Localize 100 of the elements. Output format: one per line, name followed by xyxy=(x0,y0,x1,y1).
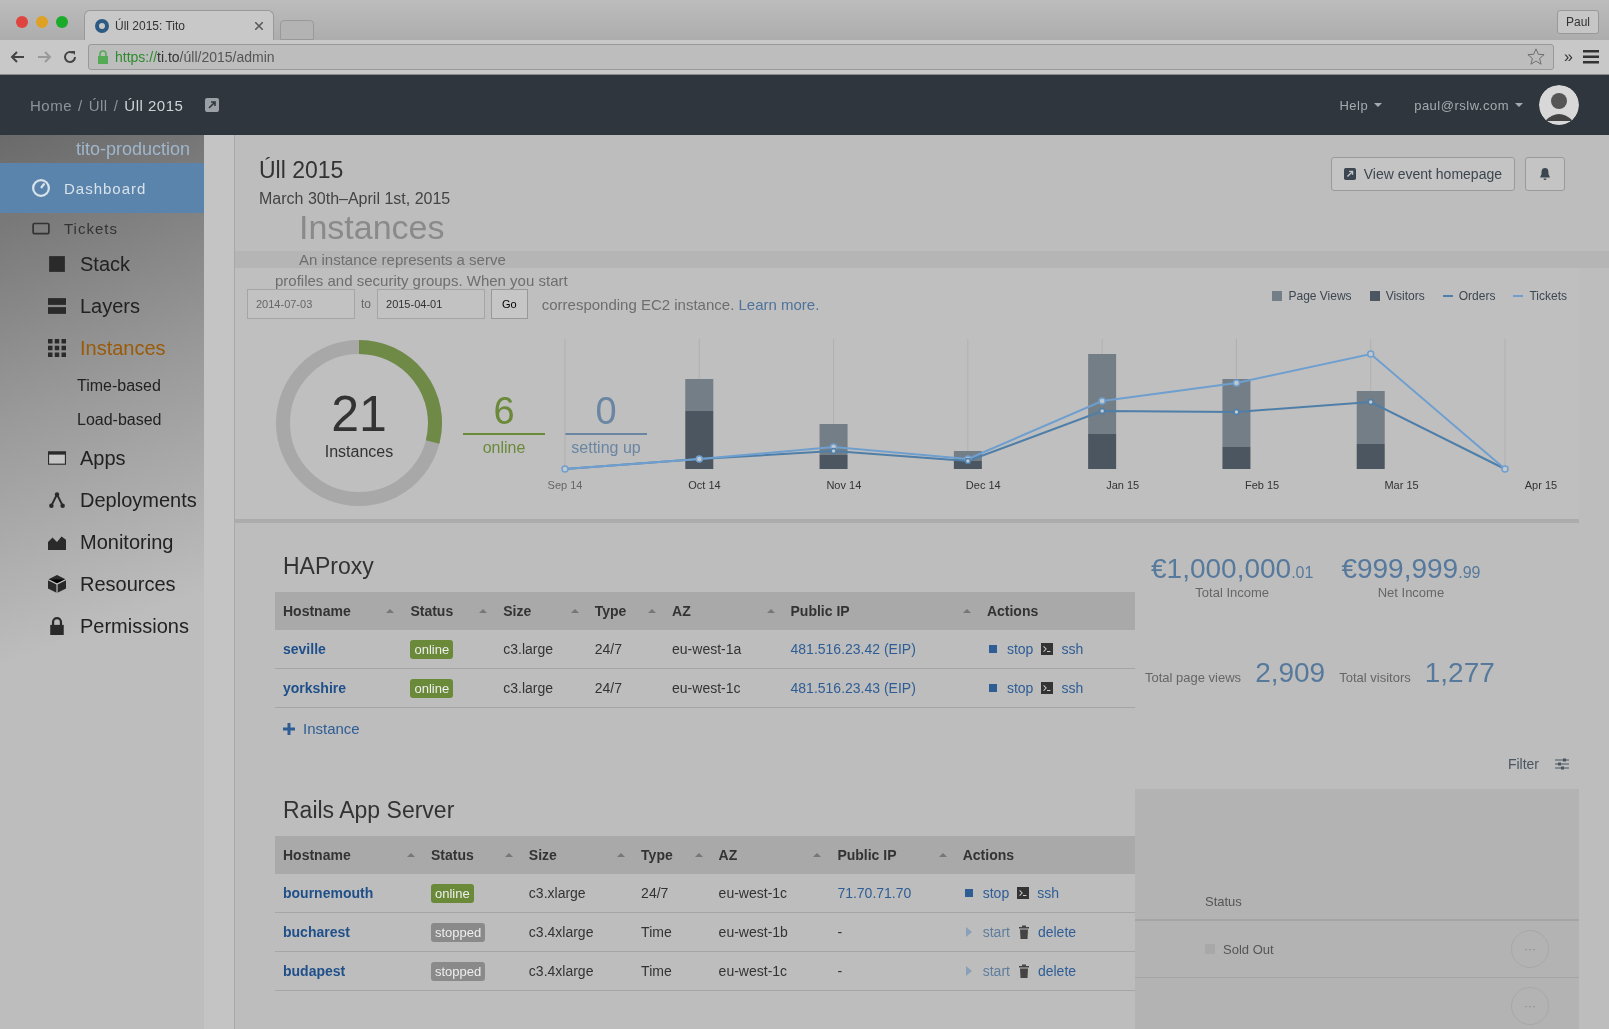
action-link[interactable]: ssh xyxy=(1061,680,1084,696)
status-badge: stopped xyxy=(430,962,486,981)
menu-link[interactable]: Help xyxy=(1339,97,1369,113)
action-link[interactable]: ssh xyxy=(1061,641,1084,657)
column-header[interactable]: Status xyxy=(422,836,521,874)
overflow-button[interactable]: » xyxy=(1564,48,1573,66)
avatar[interactable] xyxy=(1539,85,1579,125)
column-header[interactable]: Type xyxy=(586,592,665,630)
data-point xyxy=(1366,350,1375,358)
sort-icon xyxy=(617,853,626,857)
address-field[interactable]: https://ti.to/úll/2015/admin xyxy=(88,44,1555,70)
reload-icon[interactable] xyxy=(62,49,78,65)
column-header[interactable]: Type xyxy=(633,836,711,874)
column-header: Status xyxy=(1205,894,1242,909)
sidebar-item[interactable]: Load-based xyxy=(0,403,204,437)
filter-label[interactable]: Filter xyxy=(1507,756,1539,772)
action-link[interactable]: delete xyxy=(1037,963,1077,979)
breadcrumb[interactable]: Home xyxy=(30,96,72,114)
sidebar-item[interactable]: Layers xyxy=(0,285,204,327)
table-cell: eu-west-1c xyxy=(664,668,783,708)
end-date-field[interactable]: 2015-04-01 xyxy=(377,289,485,319)
sidebar-item[interactable]: Deployments xyxy=(0,479,204,521)
action-link[interactable]: stop xyxy=(1006,641,1034,657)
square-icon xyxy=(48,255,66,273)
hostname-link[interactable]: yorkshire xyxy=(283,680,347,696)
hostname-link[interactable]: budapest xyxy=(283,963,346,979)
sidebar-item[interactable]: Monitoring xyxy=(0,521,204,563)
chart-icon xyxy=(48,533,66,551)
section-title: Rails App Server xyxy=(283,797,456,824)
data-point xyxy=(1232,379,1241,387)
browser-tab[interactable]: Úll 2015: Tito xyxy=(84,10,274,40)
action-link[interactable]: stop xyxy=(982,885,1010,901)
breadcrumb[interactable]: Úll xyxy=(88,96,108,114)
sliders-icon[interactable] xyxy=(1555,758,1569,770)
column-header[interactable]: Size xyxy=(520,836,634,874)
sidebar-item[interactable]: Stack xyxy=(0,243,204,285)
star-icon[interactable] xyxy=(1527,48,1546,66)
table-cell: 24/7 xyxy=(633,874,711,913)
column-header: Actions xyxy=(954,836,1135,874)
sort-icon xyxy=(766,609,775,613)
breadcrumb-separator: / xyxy=(113,96,119,114)
plus-icon xyxy=(283,722,295,735)
account-name[interactable]: tito-production xyxy=(76,138,191,160)
action-link[interactable]: stop xyxy=(1006,680,1034,696)
table-cell: c3.4xlarge xyxy=(520,912,634,952)
sort-icon xyxy=(938,853,947,857)
external-link-icon[interactable] xyxy=(205,98,220,112)
action-link[interactable]: ssh xyxy=(1037,885,1059,901)
sidebar-item[interactable]: Tickets xyxy=(0,213,204,243)
page-views-bar xyxy=(1356,391,1385,444)
close-icon[interactable] xyxy=(255,21,263,30)
column-header[interactable]: Status xyxy=(402,592,496,630)
column-header[interactable]: Size xyxy=(495,592,587,630)
sidebar-item[interactable]: Time-based xyxy=(0,369,204,403)
menu-link[interactable]: paul@rslw.com xyxy=(1414,97,1509,113)
ip-link[interactable]: 481.516.23.42 (EIP) xyxy=(790,641,916,657)
description-text: profiles and security groups. When you start xyxy=(274,272,569,289)
status-badge: online xyxy=(430,884,474,903)
sidebar-item[interactable]: Dashboard xyxy=(0,163,204,213)
stat-value: 6 xyxy=(493,389,515,433)
start-date-field[interactable]: 2014-07-03 xyxy=(247,289,355,319)
profile-button[interactable]: Paul xyxy=(1556,10,1599,34)
window-icon xyxy=(48,449,66,467)
ip-link[interactable]: 71.70.71.70 xyxy=(837,885,912,901)
hostname-link[interactable]: seville xyxy=(283,641,326,657)
column-header[interactable]: AZ xyxy=(710,836,830,874)
trash-icon xyxy=(1017,925,1030,939)
axis-label: Feb 15 xyxy=(1244,479,1281,491)
action-link[interactable]: delete xyxy=(1037,924,1077,940)
sidebar-item[interactable]: Apps xyxy=(0,437,204,479)
column-header[interactable]: Public IP xyxy=(782,592,979,630)
go-button[interactable]: Go xyxy=(491,289,528,319)
lock-icon xyxy=(48,617,66,635)
notifications-button[interactable] xyxy=(1525,157,1565,191)
lock-icon xyxy=(97,50,109,64)
instance-label: Instances xyxy=(324,443,394,461)
sidebar-item[interactable]: Permissions xyxy=(0,605,204,647)
column-header[interactable]: Hostname xyxy=(275,592,403,630)
view-homepage-button[interactable]: View event homepage xyxy=(1330,157,1515,191)
stop-icon xyxy=(986,642,999,656)
back-icon[interactable] xyxy=(10,49,26,65)
sidebar-item[interactable]: Resources xyxy=(0,563,204,605)
hostname-link[interactable]: bucharest xyxy=(283,924,350,940)
hostname-link[interactable]: bournemouth xyxy=(283,885,374,901)
sort-icon xyxy=(386,609,395,613)
learn-more-link[interactable]: Learn more. xyxy=(738,295,820,313)
add-instance-link[interactable]: Instance xyxy=(303,720,360,737)
ip-link[interactable]: 481.516.23.43 (EIP) xyxy=(790,680,916,696)
stop-icon xyxy=(962,886,975,900)
column-header[interactable]: AZ xyxy=(664,592,783,630)
column-header[interactable]: Public IP xyxy=(829,836,955,874)
sort-icon xyxy=(504,853,513,857)
sort-icon xyxy=(648,609,657,613)
event-dates: March 30th–April 1st, 2015 xyxy=(259,190,451,208)
menu-icon[interactable] xyxy=(1583,50,1599,64)
breadcrumb-separator: / xyxy=(78,96,83,114)
cube-icon xyxy=(48,575,66,593)
column-header[interactable]: Hostname xyxy=(275,836,423,874)
table-cell: eu-west-1a xyxy=(664,630,783,669)
status-badge: online xyxy=(410,679,454,698)
